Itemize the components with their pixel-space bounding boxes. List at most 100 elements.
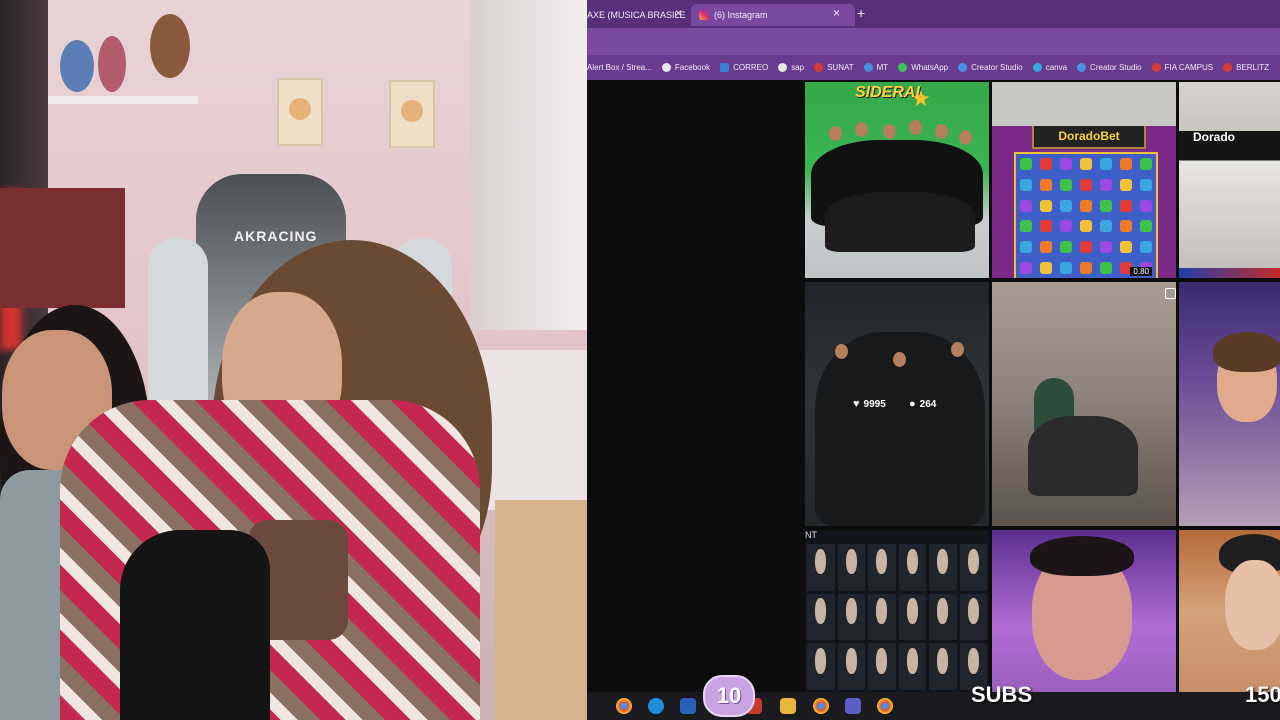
folder-icon[interactable] (780, 698, 796, 714)
slot-gem (1040, 240, 1052, 253)
plush-toy (98, 36, 126, 92)
post-thumbnail-slot[interactable]: DoradoBet 0.80 (992, 126, 1176, 278)
berlitz-icon (1223, 63, 1233, 72)
comments-count: ● 264 (909, 398, 937, 410)
heart-icon: ♥ (853, 398, 860, 410)
sub-goal-target: 150 (1245, 682, 1280, 707)
post-thumbnail-group[interactable]: SIDERAL ★ (805, 82, 989, 278)
post-thumbnail-header (992, 82, 1176, 126)
slot-gem (1120, 240, 1132, 253)
slot-gem (1060, 240, 1072, 253)
bookmark-berlitz[interactable]: BERLITZ (1223, 63, 1269, 72)
slot-gem (1120, 158, 1132, 171)
post-thumbnail-cathedral[interactable] (992, 282, 1176, 526)
slot-gem (1140, 199, 1152, 212)
slot-gem (1100, 158, 1112, 171)
bookmark-facebook[interactable]: Facebook (661, 63, 710, 72)
plush-toy (150, 14, 190, 78)
instagram-icon (699, 10, 709, 20)
slot-gem (1020, 240, 1032, 253)
canva-icon (1032, 63, 1042, 72)
post-thumbnail-dark[interactable] (805, 282, 989, 526)
new-tab-button[interactable]: + (857, 5, 865, 21)
slot-gem (1020, 199, 1032, 212)
slot-gem (1080, 158, 1092, 171)
bookmark-creator-studio-2[interactable]: Creator Studio (1077, 63, 1142, 72)
slot-gem (1060, 178, 1072, 191)
tab-music[interactable]: AXE (MUSICA BRASILE (587, 4, 687, 26)
chrome-icon[interactable] (616, 698, 632, 714)
browser-window: AXE (MUSICA BRASILE × (6) Instagram × + … (587, 0, 1280, 720)
creator-studio-icon (1077, 63, 1087, 72)
edge-icon[interactable] (648, 698, 664, 714)
post-thumbnail-cap[interactable] (1179, 530, 1280, 692)
whatsapp-icon (898, 63, 908, 72)
slot-gem (1120, 199, 1132, 212)
bookmark-alert-box[interactable]: Alert Box / Strea... (587, 63, 652, 72)
likes-count: ♥ 9995 (853, 398, 886, 410)
slot-gem (1080, 240, 1092, 253)
post-thumbnail-purple[interactable] (992, 530, 1176, 692)
mt-icon (863, 63, 873, 72)
bookmark-canva[interactable]: canva (1032, 63, 1067, 72)
instagram-sidebar (587, 80, 804, 692)
sub-goal-label: SUBS (971, 682, 1033, 707)
slot-gem (1060, 220, 1072, 233)
slot-gem (1020, 158, 1032, 171)
slot-value: 0.80 (1130, 267, 1152, 276)
slot-gem (1040, 178, 1052, 191)
plush-toy (60, 40, 94, 92)
facebook-icon (661, 63, 671, 72)
close-icon[interactable]: × (675, 6, 682, 20)
slot-gem (1060, 261, 1072, 274)
sunat-icon (814, 63, 824, 72)
slot-grid (1014, 152, 1158, 278)
bookmark-whatsapp[interactable]: WhatsApp (898, 63, 948, 72)
post-thumbnail-team[interactable]: NT (805, 530, 989, 692)
tab-instagram[interactable]: (6) Instagram (691, 4, 855, 26)
tab-label: AXE (MUSICA BRASILE (587, 10, 686, 20)
slot-gem (1100, 261, 1112, 274)
word-icon[interactable] (680, 698, 696, 714)
slot-gem (1060, 158, 1072, 171)
bookmarks-bar: Alert Box / Strea... Facebook CORREO sap… (587, 55, 1280, 80)
wooden-desk (495, 500, 587, 720)
bookmark-sap[interactable]: sap (778, 63, 804, 72)
slot-gem (1060, 199, 1072, 212)
wall-poster (389, 80, 435, 148)
star-icon: ★ (911, 86, 931, 111)
sap-icon (778, 63, 788, 72)
close-icon[interactable]: × (833, 6, 840, 20)
slot-gem (1020, 178, 1032, 191)
chair-brand-logo: AKRACING (234, 228, 318, 244)
bookmark-sunat[interactable]: SUNAT (814, 63, 854, 72)
teams-icon[interactable] (845, 698, 861, 714)
bookmark-fia-campus[interactable]: FIA CAMPUS (1151, 63, 1213, 72)
team-header: NT (805, 530, 817, 540)
fia-icon (1151, 63, 1161, 72)
bookmark-creator-studio[interactable]: Creator Studio (958, 63, 1023, 72)
slot-gem (1100, 178, 1112, 191)
chrome-icon[interactable] (877, 698, 893, 714)
slot-gem (1120, 178, 1132, 191)
chrome-icon[interactable] (813, 698, 829, 714)
slot-gem (1100, 220, 1112, 233)
slot-gem (1140, 220, 1152, 233)
address-bar[interactable] (587, 28, 1280, 55)
slot-gem (1080, 220, 1092, 233)
slot-gem (1080, 261, 1092, 274)
wall-shelf (48, 96, 198, 104)
slot-gem (1080, 199, 1092, 212)
window-curtain (470, 0, 587, 330)
slot-gem (1140, 158, 1152, 171)
webcam-feed: AKRACING (0, 0, 587, 720)
post-thumbnail-dorado[interactable]: Dorado (1179, 82, 1280, 278)
post-thumbnail-mic[interactable] (1179, 282, 1280, 526)
bookmark-mt[interactable]: MT (863, 63, 888, 72)
slot-title: DoradoBet (1032, 126, 1146, 149)
bookmark-correo[interactable]: CORREO (720, 63, 768, 72)
red-furniture (0, 188, 125, 308)
slot-gem (1040, 261, 1052, 274)
comment-icon: ● (909, 398, 916, 410)
slot-gem (1140, 240, 1152, 253)
